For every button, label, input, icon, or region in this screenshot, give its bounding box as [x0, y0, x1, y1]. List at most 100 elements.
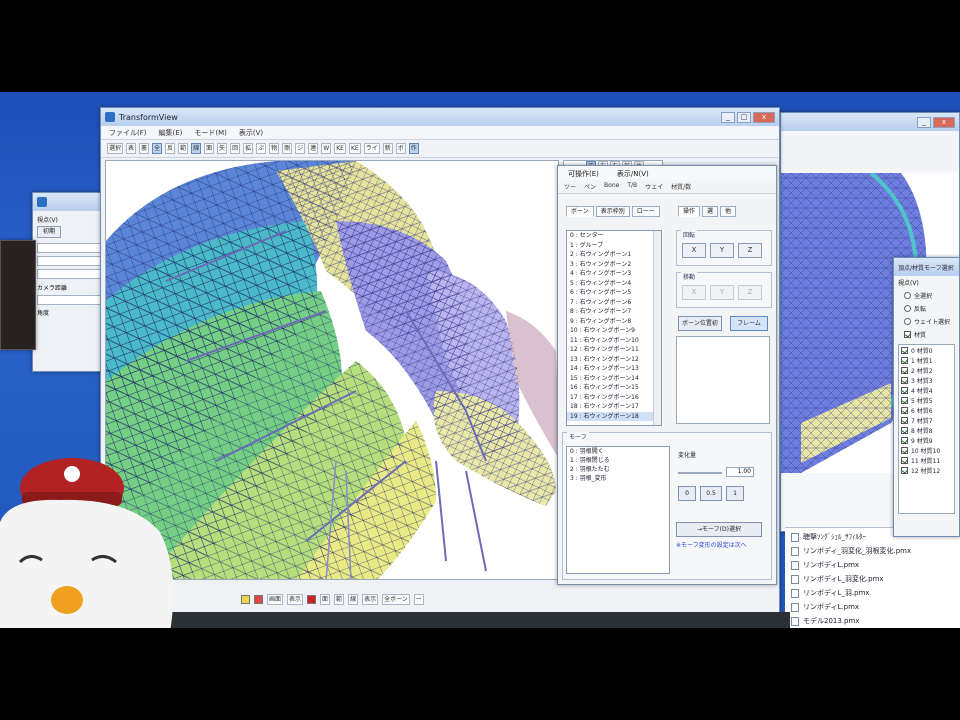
- tool-key2[interactable]: KE: [348, 143, 361, 154]
- list-item[interactable]: 8 : 右ウィングボーン7: [567, 307, 661, 317]
- checkbox-icon[interactable]: [901, 466, 908, 474]
- checkbox-icon[interactable]: [901, 376, 908, 384]
- list-item[interactable]: 2 材質2: [899, 365, 954, 375]
- amount-half-button[interactable]: 0.5: [700, 486, 722, 501]
- status-line[interactable]: 線: [348, 593, 359, 605]
- file-item[interactable]: リンボディL_羽変化.pmx: [791, 572, 954, 586]
- tool-object[interactable]: 物: [269, 143, 280, 154]
- list-item[interactable]: 3 : 羽根_変形: [567, 474, 669, 483]
- file-item[interactable]: モデル2013.pmx: [791, 614, 954, 628]
- amount-zero-button[interactable]: 0: [678, 486, 696, 501]
- tool-line[interactable]: 線: [191, 143, 202, 154]
- list-item[interactable]: 6 材質6: [899, 405, 954, 415]
- subtab-select[interactable]: 選: [702, 206, 719, 217]
- bone-list[interactable]: 0 : センター 1 : グルーブ 2 : 右ウィングボーン1 3 : 右ウィン…: [566, 230, 662, 426]
- minimize-icon[interactable]: _: [721, 111, 735, 123]
- rotate-z-button[interactable]: Z: [738, 243, 762, 258]
- tool-back[interactable]: 裏: [139, 143, 150, 154]
- list-item[interactable]: 15 : 右ウィングボーン14: [567, 374, 661, 384]
- tool-rigid[interactable]: 剛: [282, 143, 293, 154]
- list-item[interactable]: 7 : 右ウィングボーン6: [567, 298, 661, 308]
- status-extra[interactable]: ー: [413, 593, 424, 605]
- list-item[interactable]: 5 材質5: [899, 395, 954, 405]
- bone-list-scrollbar[interactable]: [653, 231, 661, 425]
- tool-all[interactable]: 全: [152, 143, 163, 154]
- tool-new[interactable]: 新: [382, 143, 393, 154]
- tool-weight[interactable]: W: [321, 143, 332, 154]
- list-item[interactable]: 1 : グルーブ: [567, 241, 661, 251]
- color-swatch-red[interactable]: [254, 594, 263, 604]
- list-item[interactable]: 10 : 右ウィングボーン9: [567, 326, 661, 336]
- close-icon[interactable]: x: [753, 111, 775, 123]
- list-item-selected[interactable]: 19 : 右ウィングボーン18: [567, 411, 661, 421]
- checkbox-icon[interactable]: [901, 456, 908, 464]
- tool-key1[interactable]: KE: [334, 143, 346, 154]
- status-display[interactable]: 表示: [287, 593, 304, 605]
- tool-joint[interactable]: ジ: [295, 143, 306, 154]
- tool-physics[interactable]: ぷ: [256, 143, 267, 154]
- material-list[interactable]: 0 材質0 1 材質1 2 材質2 3 材質3 4 材質4 5 材質5 6 材質…: [898, 344, 955, 514]
- tool-light[interactable]: ライ: [363, 143, 380, 154]
- tab-bone[interactable]: Bone: [604, 182, 619, 191]
- subtab-local[interactable]: ローー: [631, 206, 660, 217]
- list-item[interactable]: 10 材質10: [899, 445, 954, 455]
- tool-front[interactable]: 表: [126, 143, 137, 154]
- checkbox-icon[interactable]: [901, 406, 908, 414]
- tool-select[interactable]: 選択: [107, 143, 124, 154]
- tool-arrow[interactable]: 矢: [217, 143, 228, 154]
- list-item[interactable]: 1 材質1: [899, 355, 954, 365]
- tool-face[interactable]: 面: [204, 143, 215, 154]
- tool-invert[interactable]: 反: [165, 143, 176, 154]
- rotate-y-button[interactable]: Y: [710, 243, 734, 258]
- tab-pen[interactable]: ペン: [584, 182, 596, 191]
- color-swatch-yellow[interactable]: [241, 594, 250, 604]
- list-item[interactable]: 3 : 右ウィングボーン2: [567, 260, 661, 270]
- tab-tool[interactable]: ツー: [564, 182, 576, 191]
- reset-view-button[interactable]: 初期: [37, 226, 62, 238]
- list-item[interactable]: 0 : センター: [567, 231, 661, 241]
- file-item[interactable]: リンボディ_羽変化_羽根変化.pmx: [791, 544, 954, 558]
- checkbox-icon[interactable]: [901, 416, 908, 424]
- morph-settings-link[interactable]: ※モーフ変形の設定は次へ: [676, 540, 747, 549]
- subtab-other[interactable]: 他: [720, 206, 737, 217]
- status-view[interactable]: 画面: [267, 593, 284, 605]
- list-item[interactable]: 0 材質0: [899, 345, 954, 355]
- checkbox-icon[interactable]: [901, 386, 908, 394]
- tool-bone[interactable]: ボ: [395, 143, 406, 154]
- tab-material[interactable]: 材質/数: [671, 182, 691, 191]
- list-item[interactable]: 0 : 羽根開く: [567, 447, 669, 456]
- file-item[interactable]: リンボディL.pmx: [791, 600, 954, 614]
- option-invert[interactable]: 反転: [894, 302, 959, 315]
- checkbox-icon[interactable]: [901, 366, 908, 374]
- list-item[interactable]: 9 : 右ウィングボーン8: [567, 317, 661, 327]
- status-face[interactable]: 面: [320, 593, 331, 605]
- list-item[interactable]: 8 材質8: [899, 425, 954, 435]
- checkbox-icon[interactable]: [901, 446, 908, 454]
- list-item[interactable]: 7 材質7: [899, 415, 954, 425]
- list-item[interactable]: 6 : 右ウィングボーン5: [567, 288, 661, 298]
- select-morph-button[interactable]: →モーフ(D)選択: [676, 522, 762, 537]
- option-weight[interactable]: ウェイト選択: [894, 315, 959, 328]
- tab-tb[interactable]: T/B: [627, 182, 637, 191]
- checkbox-icon[interactable]: [901, 346, 908, 354]
- tool-create[interactable]: 作: [408, 143, 419, 154]
- list-item[interactable]: 4 材質4: [899, 385, 954, 395]
- morph-list[interactable]: 0 : 羽根開く 1 : 羽根閉じる 2 : 羽根たたむ 3 : 羽根_変形: [566, 446, 670, 574]
- list-item[interactable]: 17 : 右ウィングボーン16: [567, 393, 661, 403]
- option-select-all[interactable]: 全選択: [894, 289, 959, 302]
- amount-value-field[interactable]: 1.00: [726, 467, 754, 477]
- menu-edit[interactable]: 編集(E): [159, 128, 183, 137]
- checkbox-icon[interactable]: [901, 356, 908, 364]
- menu-display[interactable]: 表示/N(V): [617, 169, 649, 178]
- material-select-menu[interactable]: 視点(V): [894, 276, 959, 289]
- list-item[interactable]: 4 : 右ウィングボーン3: [567, 269, 661, 279]
- tool-link[interactable]: 連: [308, 143, 319, 154]
- maximize-icon[interactable]: □: [737, 111, 751, 123]
- move-z-button[interactable]: Z: [738, 285, 762, 300]
- subtab-operate[interactable]: 操作: [678, 206, 701, 217]
- list-item[interactable]: 2 : 右ウィングボーン1: [567, 250, 661, 260]
- bone-reset-button[interactable]: ボーン位置初: [678, 316, 722, 331]
- file-item[interactable]: リンボディL.pmx: [791, 558, 954, 572]
- color-swatch-dark-red[interactable]: [307, 594, 317, 604]
- list-item[interactable]: 5 : 右ウィングボーン4: [567, 279, 661, 289]
